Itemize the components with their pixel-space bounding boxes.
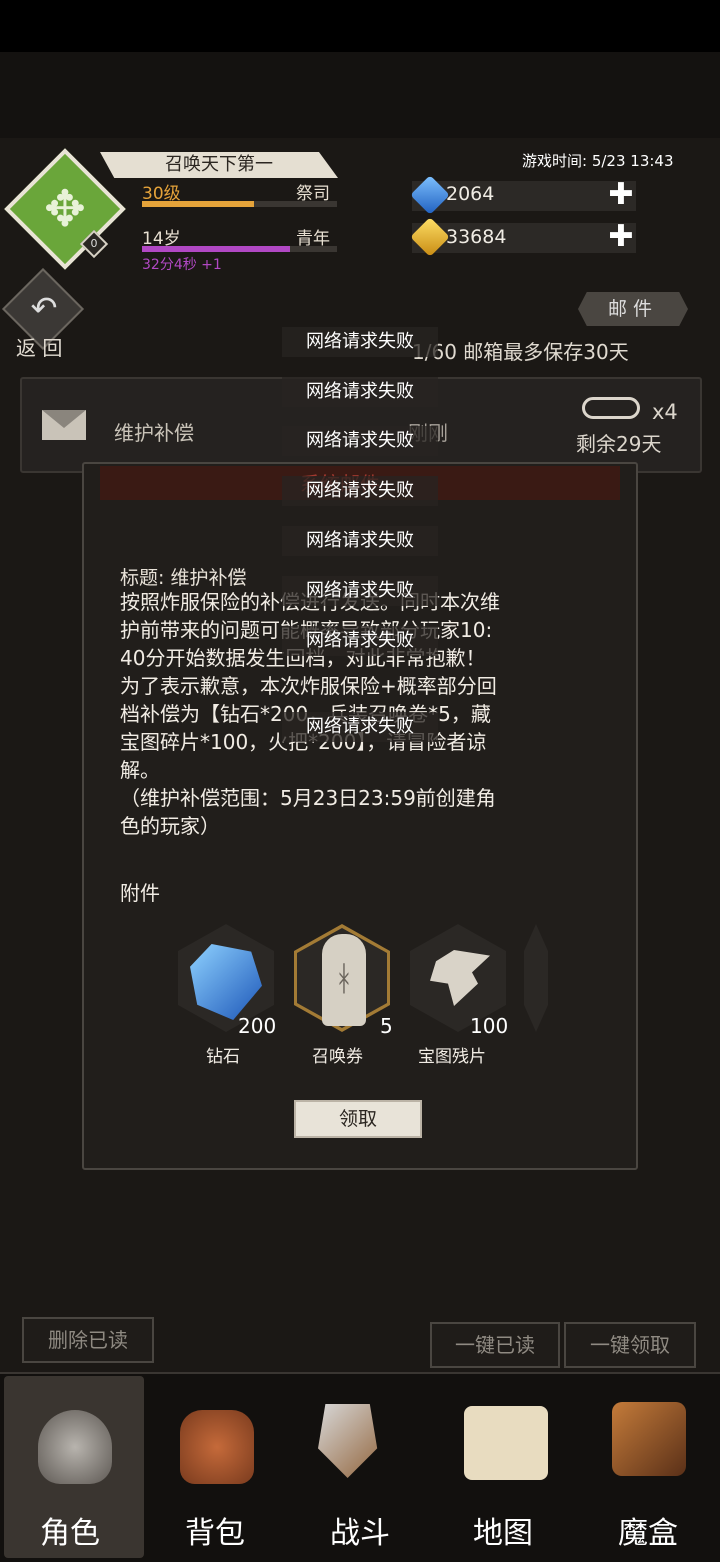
delete-read-button[interactable]: 删除已读 (22, 1317, 154, 1363)
claim-button[interactable]: 领取 (294, 1100, 422, 1138)
level-bar-fill (142, 201, 254, 207)
rune-icon: ᚼ (333, 959, 355, 999)
body-line: 色的玩家） (120, 814, 220, 838)
add-gold-button[interactable]: ✚ (608, 222, 634, 252)
cross-icon: ✥ (44, 180, 86, 238)
status-bar (0, 0, 720, 52)
nav-label-battle[interactable]: 战斗 (290, 1508, 430, 1552)
magic-box-icon[interactable] (612, 1402, 686, 1476)
nav-label-magic-box[interactable]: 魔盒 (578, 1508, 718, 1552)
item-name: 宝图残片 (418, 1047, 486, 1067)
top-strip (0, 52, 720, 138)
diamond-count: 2064 (446, 183, 495, 205)
game-time: 游戏时间: 5/23 13:43 (522, 152, 674, 170)
back-arrow-icon: ↶ (30, 289, 58, 327)
attachment-count: x4 (652, 400, 678, 424)
error-toast: 网络请求失败 (282, 712, 438, 742)
back-label[interactable]: 返 回 (16, 332, 62, 361)
error-toast: 网络请求失败 (282, 526, 438, 556)
claim-all-button[interactable]: 一键领取 (564, 1322, 696, 1368)
error-toast: 网络请求失败 (282, 476, 438, 506)
age-timer: 32分4秒 +1 (142, 257, 222, 273)
error-toast: 网络请求失败 (282, 626, 438, 656)
nav-label-map[interactable]: 地图 (433, 1508, 573, 1552)
mail-item-title: 维护补偿 (114, 421, 194, 445)
error-toast: 网络请求失败 (282, 327, 438, 357)
body-line: （维护补偿范围：5月23日23:59前创建角 (120, 786, 496, 810)
error-toast: 网络请求失败 (282, 426, 438, 456)
body-line: 解。 (120, 758, 160, 782)
backpack-icon[interactable] (180, 1410, 254, 1484)
add-diamond-button[interactable]: ✚ (608, 180, 634, 210)
paperclip-icon (582, 397, 640, 419)
gold-count: 33684 (446, 226, 507, 248)
body-line: 为了表示歉意，本次炸服保险+概率部分回 (120, 674, 497, 698)
nav-label-backpack[interactable]: 背包 (145, 1508, 285, 1552)
item-count: 200 (238, 1014, 277, 1038)
mailbox-info: 1/60 邮箱最多保存30天 (412, 340, 629, 364)
helmet-icon (38, 1410, 112, 1484)
item-count: 5 (380, 1014, 393, 1038)
age-bar-fill (142, 246, 290, 252)
player-name: 召唤天下第一 (100, 152, 338, 178)
nav-label-character[interactable]: 角色 (0, 1508, 140, 1552)
mail-tab[interactable]: 邮件 (578, 292, 688, 326)
error-toast: 网络请求失败 (282, 377, 438, 407)
mail-remaining: 剩余29天 (576, 432, 662, 456)
badge-count: 0 (90, 237, 98, 250)
mail-title: 标题: 维护补偿 (120, 567, 247, 589)
attachments-label: 附件 (120, 881, 160, 905)
item-name: 钻石 (206, 1047, 240, 1067)
item-name: 召唤券 (312, 1047, 363, 1067)
scroll-map-icon[interactable] (464, 1406, 548, 1480)
error-toast: 网络请求失败 (282, 576, 438, 606)
item-count: 100 (470, 1014, 509, 1038)
read-all-button[interactable]: 一键已读 (430, 1322, 560, 1368)
